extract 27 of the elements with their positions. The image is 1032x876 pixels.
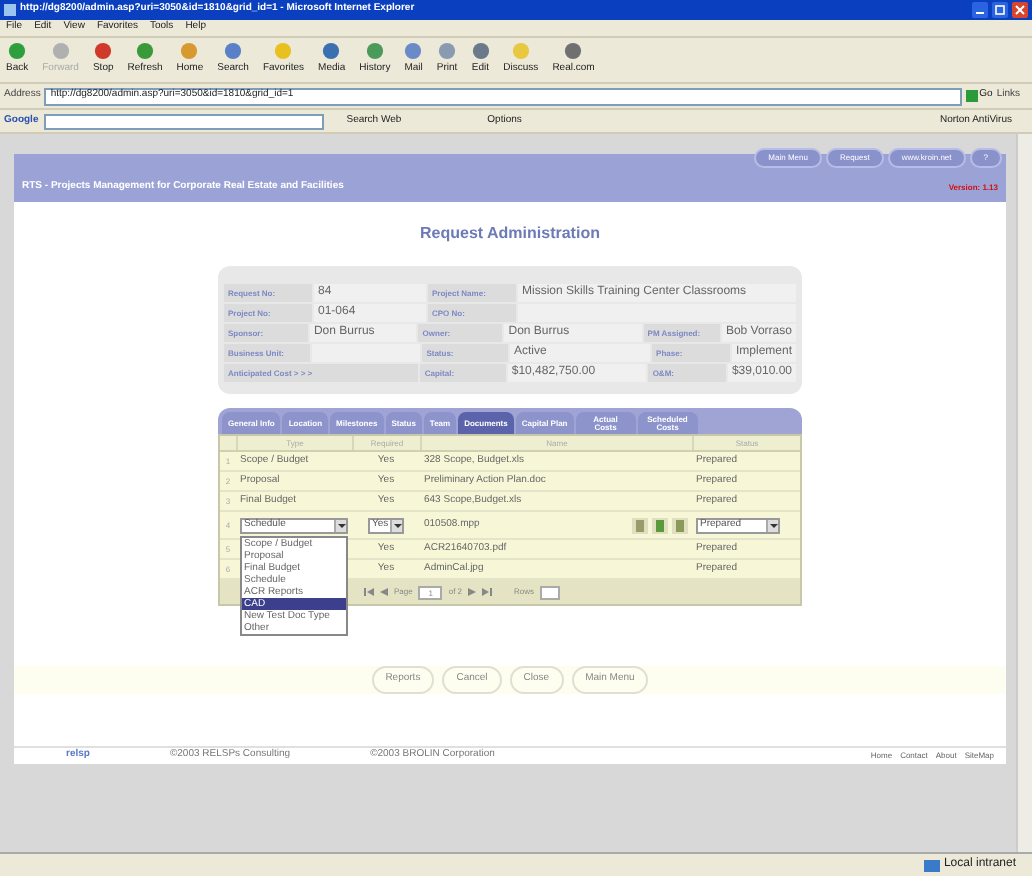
caret-icon	[334, 519, 346, 531]
first-page-icon[interactable]	[364, 588, 374, 596]
rows-field[interactable]	[540, 585, 561, 599]
maximize-icon[interactable]	[992, 2, 1008, 18]
caret-icon	[390, 519, 402, 531]
round-icon	[322, 42, 341, 61]
round-icon	[564, 42, 583, 61]
round-icon	[274, 42, 293, 61]
round-icon	[51, 42, 70, 61]
round-icon	[365, 42, 384, 61]
browser-icon	[4, 4, 16, 16]
next-page-icon[interactable]	[468, 588, 477, 596]
caret-icon	[766, 519, 778, 531]
round-icon	[511, 42, 530, 61]
round-icon	[8, 42, 27, 61]
round-icon	[136, 42, 155, 61]
close-icon[interactable]	[1012, 2, 1028, 18]
network-icon	[923, 859, 940, 871]
round-icon	[224, 42, 243, 61]
last-page-icon[interactable]	[482, 588, 493, 596]
page-title: Request Administration	[420, 222, 600, 246]
minimize-icon[interactable]	[972, 2, 988, 18]
round-icon	[94, 42, 113, 61]
scrollbar[interactable]	[1016, 134, 1032, 852]
google-search-field[interactable]	[44, 113, 325, 129]
round-icon	[180, 42, 199, 61]
previous-page-icon[interactable]	[380, 588, 388, 596]
